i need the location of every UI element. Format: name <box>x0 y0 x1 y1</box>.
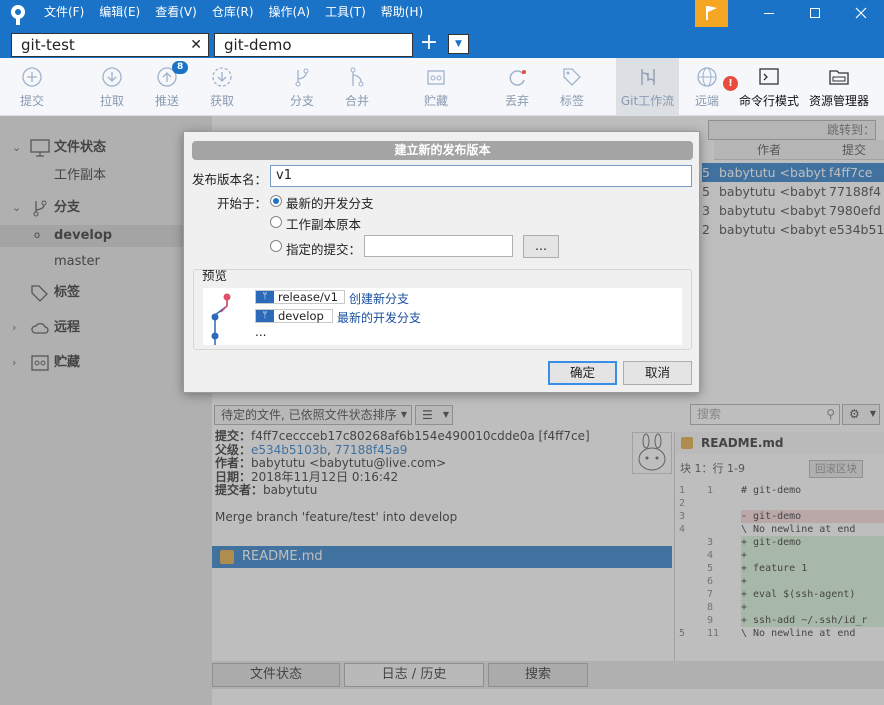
dialog-title: 建立新的发布版本 <box>192 141 693 160</box>
gitflow-label: Git工作流 <box>620 94 675 108</box>
preview-graph: ᛘ release/v1 创建新分支 ᛘ develop 最新的开发分支 ... <box>203 288 682 345</box>
sourcetree-logo-icon <box>11 5 25 25</box>
develop-branch-name: develop <box>278 309 324 323</box>
close-window-button[interactable] <box>838 0 884 31</box>
merge-label: 合并 <box>344 94 369 108</box>
commit-hash-input[interactable] <box>364 235 513 257</box>
tab-label: git-demo <box>224 36 292 54</box>
radio-specific-commit-label: 指定的提交： <box>286 242 362 257</box>
discard-label: 丢弃 <box>504 94 529 108</box>
repo-tab-row: git-test ✕ git-demo + ▼ <box>0 31 884 58</box>
terminal-icon <box>759 68 779 85</box>
push-button[interactable]: 推送 8 <box>145 58 189 116</box>
close-tab-icon[interactable]: ✕ <box>190 34 202 56</box>
new-release-dialog: 建立新的发布版本 发布版本名： v1 开始于： 最新的开发分支 工作副本原本 指… <box>183 131 700 393</box>
menu-actions[interactable]: 操作(A) <box>269 0 311 31</box>
tag-label: 标签 <box>559 94 584 108</box>
cancel-button[interactable]: 取消 <box>623 361 692 385</box>
explorer-label: 资源管理器 <box>808 94 869 108</box>
minimize-button[interactable] <box>746 0 792 31</box>
menu-edit[interactable]: 编辑(E) <box>99 0 140 31</box>
maximize-button[interactable] <box>792 0 838 31</box>
release-name-label: 发布版本名： <box>192 172 268 187</box>
fetch-icon <box>212 67 232 87</box>
title-bar: 文件(F) 编辑(E) 查看(V) 仓库(R) 操作(A) 工具(T) 帮助(H… <box>0 0 884 31</box>
release-name-value: v1 <box>276 168 292 183</box>
browse-commit-button[interactable]: ... <box>523 235 559 258</box>
terminal-button[interactable]: 命令行模式 <box>738 58 800 116</box>
tab-git-demo[interactable]: git-demo <box>214 33 413 57</box>
remote-button[interactable]: 远端 ! <box>685 58 738 116</box>
terminal-label: 命令行模式 <box>738 94 799 108</box>
tag-button[interactable]: 标签 <box>550 58 594 116</box>
merge-button[interactable]: 合并 <box>335 58 379 116</box>
fetch-label: 获取 <box>209 94 234 108</box>
develop-branch-tag: ᛘ develop <box>255 309 333 323</box>
discard-icon <box>509 70 526 86</box>
remote-alert-icon: ! <box>723 76 738 91</box>
release-branch-note: 创建新分支 <box>349 292 410 306</box>
branch-button[interactable]: 分支 <box>280 58 324 116</box>
pull-button[interactable]: 拉取 <box>90 58 134 116</box>
menu-file[interactable]: 文件(F) <box>44 0 84 31</box>
tag-icon <box>563 68 581 86</box>
stash-box-icon <box>427 70 445 85</box>
tab-label: git-test <box>21 36 75 54</box>
push-count-badge: 8 <box>172 61 189 74</box>
release-branch-name: release/v1 <box>278 290 338 304</box>
menu-view[interactable]: 查看(V) <box>155 0 197 31</box>
preview-ellipsis: ... <box>255 325 267 339</box>
tab-git-test[interactable]: git-test ✕ <box>11 33 209 57</box>
release-branch-tag: ᛘ release/v1 <box>255 290 345 304</box>
gitflow-button[interactable]: Git工作流 <box>616 58 679 116</box>
notification-flag-button[interactable] <box>695 0 728 27</box>
stash-label: 贮藏 <box>423 94 448 108</box>
develop-branch-note: 最新的开发分支 <box>337 311 422 325</box>
push-label: 推送 <box>154 94 179 108</box>
remote-label: 远端 <box>694 94 719 108</box>
folder-icon <box>829 70 849 85</box>
commit-plus-icon <box>22 67 42 87</box>
merge-icon <box>350 67 364 87</box>
commit-label: 提交 <box>19 94 44 108</box>
minimize-icon <box>764 13 774 14</box>
radio-working-copy[interactable] <box>270 216 282 228</box>
tab-list-dropdown-icon[interactable]: ▼ <box>448 34 469 54</box>
gitflow-icon <box>640 69 655 85</box>
menu-tools[interactable]: 工具(T) <box>325 0 366 31</box>
radio-latest-develop[interactable] <box>270 195 282 207</box>
fetch-button[interactable]: 获取 <box>200 58 244 116</box>
globe-icon <box>697 67 717 87</box>
branch-tag-icon: ᛘ <box>256 310 274 322</box>
menu-help[interactable]: 帮助(H) <box>381 0 423 31</box>
ok-button[interactable]: 确定 <box>548 361 617 385</box>
close-icon <box>855 7 867 19</box>
radio-working-copy-label: 工作副本原本 <box>286 217 362 232</box>
radio-latest-develop-label: 最新的开发分支 <box>286 196 374 211</box>
pull-label: 拉取 <box>99 94 124 108</box>
branch-graph-icon <box>211 293 231 345</box>
radio-specific-commit[interactable] <box>270 240 282 252</box>
menu-bar: 文件(F) 编辑(E) 查看(V) 仓库(R) 操作(A) 工具(T) 帮助(H… <box>44 0 438 31</box>
toolbar: 提交 拉取 推送 8 获取 分支 合并 贮藏 丢弃 标签 Git工作流 远端 ! <box>0 58 884 116</box>
stash-button[interactable]: 贮藏 <box>414 58 458 116</box>
maximize-icon <box>810 8 820 18</box>
new-tab-plus-icon[interactable]: + <box>418 32 440 55</box>
branch-icon <box>295 68 309 87</box>
explorer-button[interactable]: 资源管理器 <box>806 58 872 116</box>
branch-label: 分支 <box>289 94 314 108</box>
pull-arrow-down-icon <box>102 67 122 87</box>
start-from-label: 开始于： <box>217 196 268 211</box>
branch-tag-icon: ᛘ <box>256 291 274 303</box>
menu-repository[interactable]: 仓库(R) <box>212 0 254 31</box>
flag-icon <box>706 6 717 20</box>
release-name-input[interactable]: v1 <box>270 165 692 187</box>
commit-button[interactable]: 提交 <box>10 58 54 116</box>
discard-button[interactable]: 丢弃 <box>495 58 539 116</box>
